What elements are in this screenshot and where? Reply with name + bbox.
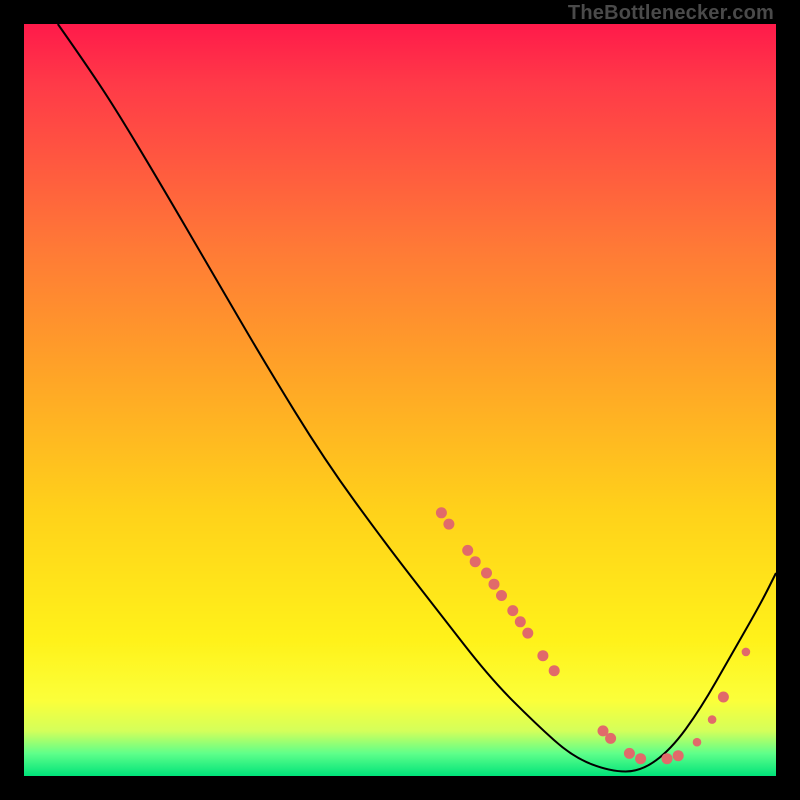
curve-marker: [693, 738, 702, 747]
curve-marker: [436, 507, 447, 518]
curve-marker: [496, 590, 507, 601]
curve-marker: [718, 692, 729, 703]
curve-marker: [708, 715, 717, 724]
curve-marker: [673, 750, 684, 761]
curve-marker: [470, 556, 481, 567]
curve-markers: [436, 507, 750, 764]
curve-marker: [605, 733, 616, 744]
curve-marker: [481, 568, 492, 579]
curve-marker: [489, 579, 500, 590]
curve-marker: [462, 545, 473, 556]
curve-marker: [624, 748, 635, 759]
curve-marker: [537, 650, 548, 661]
chart-overlay: [24, 24, 776, 776]
bottleneck-curve: [58, 24, 776, 772]
curve-marker: [635, 753, 646, 764]
curve-marker: [549, 665, 560, 676]
curve-marker: [507, 605, 518, 616]
curve-marker: [742, 648, 751, 657]
curve-marker: [662, 753, 673, 764]
watermark-text: TheBottlenecker.com: [568, 2, 774, 25]
curve-marker: [522, 628, 533, 639]
curve-marker: [443, 519, 454, 530]
curve-marker: [515, 616, 526, 627]
